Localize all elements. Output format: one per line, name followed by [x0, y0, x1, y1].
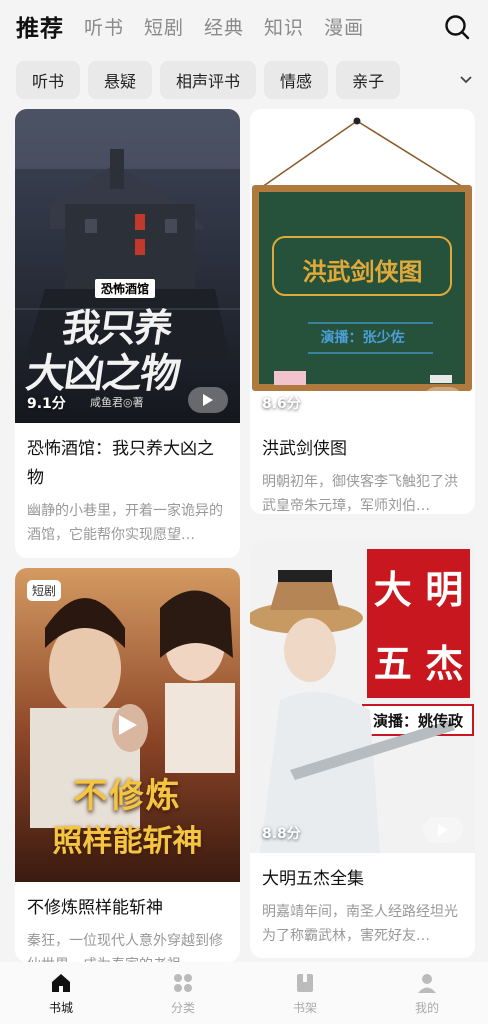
category-icon — [174, 973, 192, 992]
chip-suspense[interactable]: 悬疑 — [88, 61, 153, 99]
rating: 9.1分 — [27, 396, 66, 412]
book-title: 恐怖酒馆：我只养大凶之物 — [27, 439, 214, 488]
play-icon — [118, 715, 137, 735]
book-card[interactable]: 大 明 五 杰 演播：姚传政 8.8分 大明五杰全集 明嘉靖年间，南圣人经路经坦… — [250, 540, 475, 958]
tab-short-drama[interactable]: 短剧 — [144, 13, 184, 40]
cover-char: 五 — [373, 642, 412, 687]
play-icon[interactable] — [188, 387, 228, 413]
cover-char: 明 — [425, 567, 464, 612]
home-icon — [52, 973, 70, 992]
book-description: 明嘉靖年间，南圣人经路经坦光为了称霸武林，害死好友… — [262, 904, 458, 944]
cover-play-overlay — [15, 713, 240, 737]
book-card[interactable]: 恐怖酒馆 我只养 大凶之物 咸鱼君◎著 9.1分 恐怖酒馆：我只养大凶之物 幽静… — [15, 109, 240, 558]
chip-emotion[interactable]: 情感 — [264, 61, 329, 99]
book-description: 幽静的小巷里，开着一家诡异的酒馆，它能帮你实现愿望… — [27, 503, 223, 543]
cover-title-line2: 大凶之物 — [23, 351, 182, 397]
nav-label: 书城 — [48, 1000, 73, 1015]
bookshelf-icon — [297, 973, 313, 992]
tab-comics[interactable]: 漫画 — [324, 13, 364, 40]
profile-icon — [418, 973, 436, 993]
book-title: 不修炼照样能斩神 — [27, 898, 163, 918]
tab-knowledge[interactable]: 知识 — [264, 13, 304, 40]
rating: 8.8分 — [262, 826, 301, 842]
book-description: 明朝初年，御侠客李飞触犯了洪武皇帝朱元璋，军师刘伯… — [262, 474, 458, 514]
play-icon[interactable] — [423, 817, 463, 843]
cover-title-grid: 大 明 五 杰 — [367, 549, 470, 698]
book-cover: 大 明 五 杰 演播：姚传政 8.8分 — [250, 540, 475, 853]
cover-char: 杰 — [425, 642, 464, 687]
cover-narrator: 演播：张少佐 — [320, 330, 405, 346]
book-cover: 恐怖酒馆 我只养 大凶之物 咸鱼君◎著 9.1分 — [15, 109, 240, 423]
nav-label: 书架 — [292, 1000, 317, 1015]
chip-crosstalk[interactable]: 相声评书 — [160, 61, 257, 99]
cover-series-label: 恐怖酒馆 — [95, 279, 156, 298]
short-drama-badge: 短剧 — [27, 580, 62, 601]
chip-parenting[interactable]: 亲子 — [336, 61, 401, 99]
book-title: 大明五杰全集 — [262, 869, 364, 889]
book-cover: 短剧 不修炼 照样能斩神 — [15, 568, 240, 882]
nav-bookshelf[interactable]: 书架 — [244, 962, 366, 1024]
chevron-down-icon[interactable] — [444, 58, 488, 102]
bottom-navigation: 书城 分类 书架 我的 — [0, 962, 488, 1024]
category-chip-row: 听书 悬疑 相声评书 情感 亲子 — [0, 58, 488, 102]
cover-char: 大 — [373, 567, 412, 612]
book-card[interactable]: 短剧 不修炼 照样能斩神 不修炼照样能斩神 秦狂，一位现代人意外穿越到修仙世界，… — [15, 568, 240, 962]
nav-label: 分类 — [170, 1000, 195, 1015]
play-icon[interactable] — [423, 387, 463, 413]
cover-title-line1: 不修炼 — [73, 776, 182, 816]
cover-title-line2: 照样能斩神 — [52, 824, 203, 859]
search-icon[interactable] — [444, 14, 470, 40]
top-tab-bar: 推荐 听书 短剧 经典 知识 漫画 — [0, 0, 488, 52]
nav-label: 我的 — [414, 1000, 439, 1015]
book-title: 洪武剑侠图 — [262, 439, 347, 459]
cover-title: 洪武剑侠图 — [302, 258, 423, 286]
book-card[interactable]: 洪武剑侠图 演播：张少佐 8.6分 洪武剑侠图 明朝初年，御侠客李飞触犯了洪武皇… — [250, 109, 475, 514]
cover-narrator: 演播：姚传政 — [372, 712, 463, 730]
book-cover: 洪武剑侠图 演播：张少佐 8.6分 — [250, 109, 475, 423]
nav-bookstore[interactable]: 书城 — [0, 962, 122, 1024]
tab-audiobook[interactable]: 听书 — [84, 13, 124, 40]
tab-classic[interactable]: 经典 — [204, 13, 244, 40]
cover-author: 咸鱼君◎著 — [90, 396, 144, 409]
tab-recommend[interactable]: 推荐 — [16, 9, 64, 43]
nav-category[interactable]: 分类 — [122, 962, 244, 1024]
chip-audiobook[interactable]: 听书 — [16, 61, 81, 99]
rating: 8.6分 — [262, 396, 301, 412]
nav-profile[interactable]: 我的 — [366, 962, 488, 1024]
book-description: 秦狂，一位现代人意外穿越到修仙世界，成为秦家的老祖… — [27, 933, 223, 962]
